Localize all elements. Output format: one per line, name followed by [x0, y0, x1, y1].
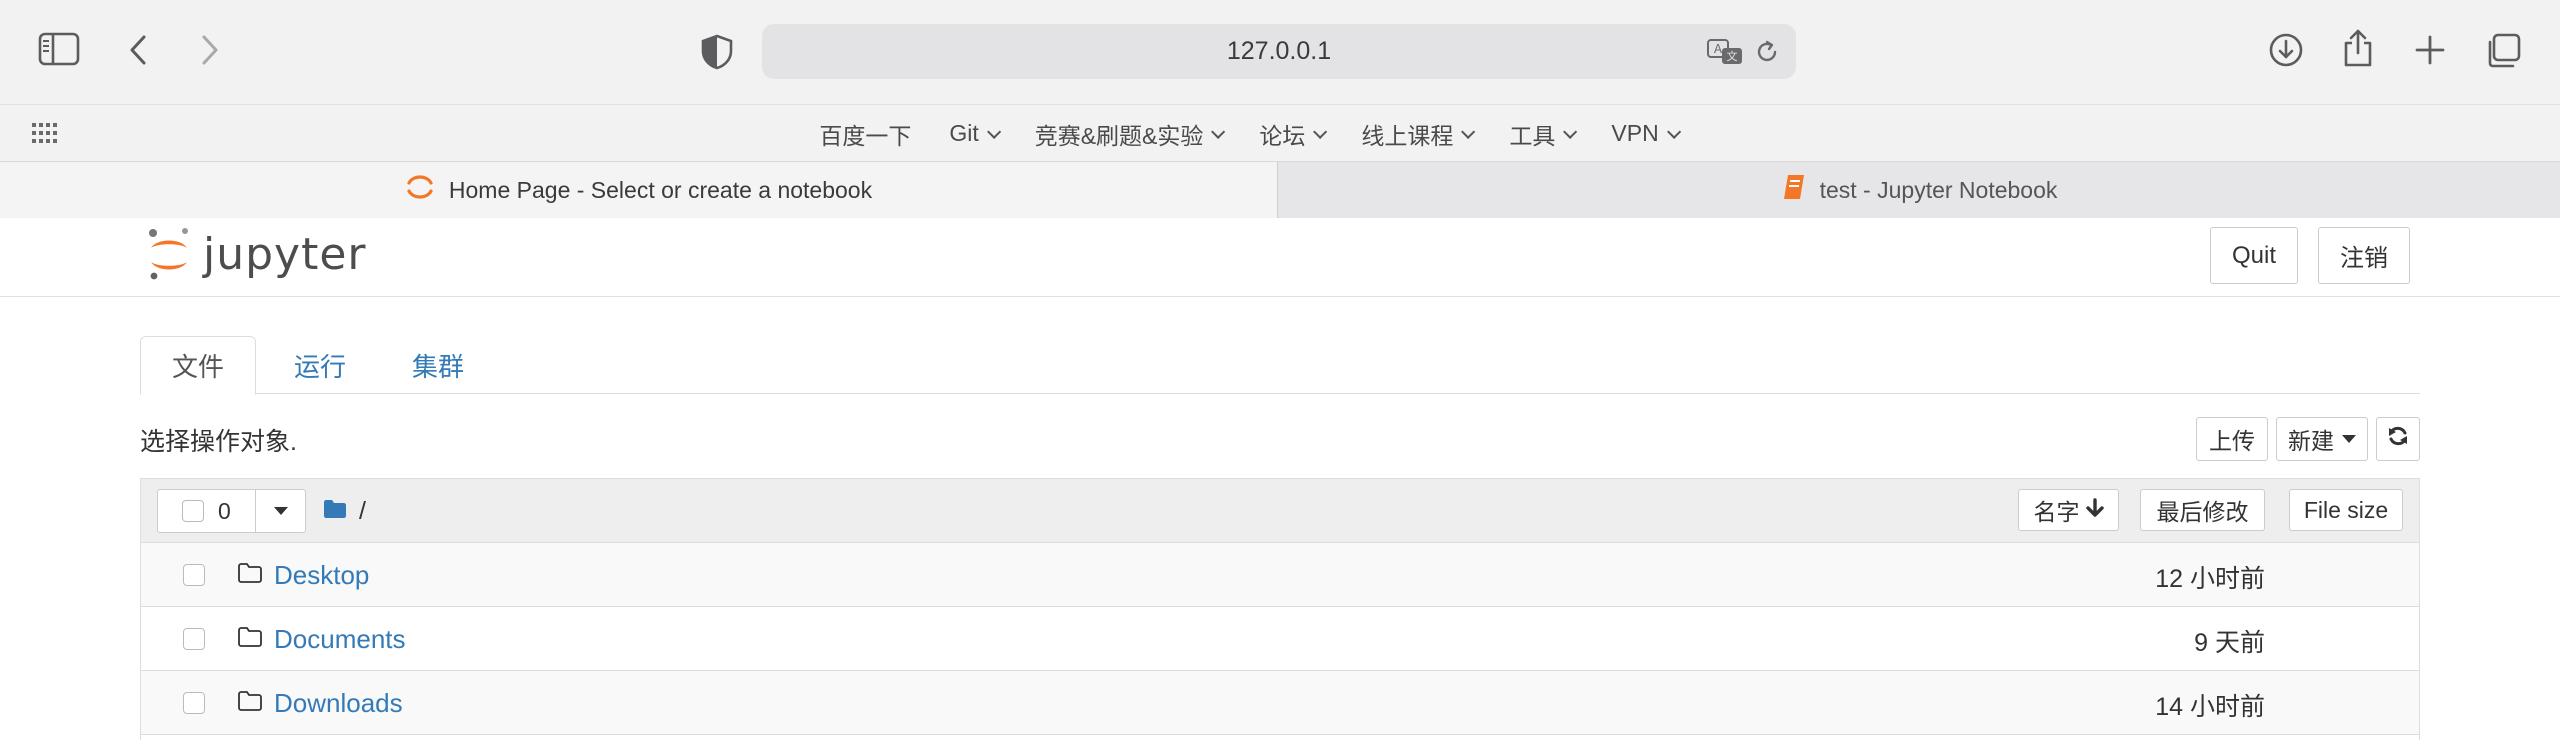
select-all[interactable]: 0 [158, 490, 256, 532]
quit-button[interactable]: Quit [2210, 227, 2298, 284]
refresh-button[interactable] [2376, 417, 2420, 461]
chevron-down-icon [1563, 124, 1578, 139]
refresh-icon [2387, 425, 2409, 453]
caret-down-icon [2342, 435, 2356, 443]
jupyter-logo-icon [149, 228, 188, 280]
folder-icon [237, 626, 263, 653]
file-modified: 9 天前 [2194, 629, 2265, 657]
chevron-down-icon [1211, 124, 1226, 139]
sidebar-toggle-icon[interactable] [38, 32, 80, 66]
breadcrumb: / [323, 497, 366, 526]
file-list: 0 / 名字 最后修改 File size Desktop 12 小时前 Docum… [140, 478, 2420, 740]
svg-text:A: A [1714, 42, 1723, 56]
arrow-down-icon [2085, 497, 2104, 524]
favorite-item[interactable]: 论坛 [1259, 117, 1328, 151]
back-icon[interactable] [128, 34, 148, 66]
selected-count: 0 [218, 497, 231, 524]
new-tab-icon[interactable] [2414, 34, 2446, 66]
favorite-item[interactable]: 线上课程 [1361, 117, 1476, 151]
jupyter-favicon-icon [405, 172, 435, 208]
sort-name-label: 名字 [2033, 499, 2080, 525]
forward-icon[interactable] [200, 34, 220, 66]
favorite-item[interactable]: 百度一下 [819, 117, 911, 151]
favorites-bar: 百度一下 Git 竞赛&刷题&实验 论坛 线上课程 工具 VPN [0, 104, 2560, 161]
jupyter-logo-text: jupyter [203, 228, 367, 280]
select-prompt: 选择操作对象. [140, 428, 297, 456]
reload-icon[interactable] [1754, 39, 1780, 70]
file-row[interactable]: Documents 9 天前 [141, 607, 2419, 671]
tab-test-notebook[interactable]: test - Jupyter Notebook [1279, 162, 2560, 218]
share-icon[interactable] [2342, 28, 2374, 68]
tab-home-page[interactable]: Home Page - Select or create a notebook [0, 162, 1278, 218]
chevron-down-icon [1666, 124, 1681, 139]
file-row[interactable]: Desktop 12 小时前 [141, 543, 2419, 607]
sort-by-modified-button[interactable]: 最后修改 [2140, 489, 2265, 531]
sort-by-size-button[interactable]: File size [2289, 489, 2403, 531]
tab-running[interactable]: 运行 [270, 336, 370, 395]
row-checkbox[interactable] [183, 564, 205, 586]
jupyter-tabs: 文件 运行 集群 [140, 336, 2420, 395]
notebook-favicon-icon [1782, 173, 1806, 207]
folder-icon [237, 562, 263, 589]
tab-bar: Home Page - Select or create a notebook … [0, 161, 2560, 218]
favorite-label: VPN [1611, 120, 1659, 146]
chevron-down-icon [986, 124, 1001, 139]
folder-icon[interactable] [323, 497, 347, 526]
sort-by-name-button[interactable]: 名字 [2018, 489, 2119, 531]
favorite-item[interactable]: 竞赛&刷题&实验 [1034, 117, 1226, 151]
favorite-item[interactable]: VPN [1611, 120, 1681, 147]
select-all-checkbox[interactable] [182, 500, 204, 522]
favorite-label: 百度一下 [819, 122, 912, 149]
file-name-link[interactable]: Desktop [274, 560, 369, 591]
downloads-icon[interactable] [2268, 32, 2304, 68]
row-checkbox[interactable] [183, 628, 205, 650]
favorite-label: 竞赛&刷题&实验 [1034, 122, 1204, 149]
url-text[interactable]: 127.0.0.1 [762, 24, 1796, 79]
file-name-link[interactable]: Documents [274, 624, 406, 655]
logout-button[interactable]: 注销 [2318, 227, 2410, 284]
favorite-item[interactable]: 工具 [1509, 117, 1578, 151]
jupyter-header: jupyter Quit 注销 [0, 218, 2560, 297]
privacy-shield-icon[interactable] [700, 34, 734, 70]
favorites-list: 百度一下 Git 竞赛&刷题&实验 论坛 线上课程 工具 VPN [0, 105, 2528, 162]
favorite-label: 线上课程 [1361, 122, 1454, 149]
tab-clusters[interactable]: 集群 [388, 336, 488, 395]
chevron-down-icon [1461, 124, 1476, 139]
favorite-item[interactable]: Git [949, 120, 1001, 147]
caret-down-icon [274, 507, 288, 515]
folder-icon [237, 690, 263, 717]
tab-title: Home Page - Select or create a notebook [448, 176, 873, 203]
selection-dropdown[interactable] [257, 490, 305, 532]
row-checkbox[interactable] [183, 692, 205, 714]
translate-icon[interactable]: A文 [1706, 38, 1744, 71]
chevron-down-icon [1313, 124, 1328, 139]
breadcrumb-root[interactable]: / [359, 497, 366, 526]
file-name-link[interactable]: Downloads [274, 688, 403, 719]
svg-text:文: 文 [1727, 49, 1738, 63]
address-bar[interactable]: 127.0.0.1 A文 [762, 24, 1796, 79]
file-row[interactable]: Downloads 14 小时前 [141, 671, 2419, 735]
tab-overview-icon[interactable] [2484, 32, 2522, 70]
tab-files[interactable]: 文件 [140, 336, 256, 395]
selection-control: 0 [157, 489, 306, 533]
file-list-header: 0 / 名字 最后修改 File size [141, 479, 2419, 543]
browser-toolbar: 127.0.0.1 A文 [0, 0, 2560, 104]
file-modified: 12 小时前 [2155, 565, 2265, 593]
favorite-label: Git [949, 120, 979, 146]
favorite-label: 论坛 [1259, 122, 1306, 149]
new-button-label: 新建 [2288, 428, 2334, 454]
upload-button[interactable]: 上传 [2196, 417, 2268, 461]
tab-title: test - Jupyter Notebook [1819, 176, 2058, 203]
jupyter-logo[interactable]: jupyter [145, 226, 367, 282]
new-button[interactable]: 新建 [2276, 417, 2368, 461]
file-modified: 14 小时前 [2155, 693, 2265, 721]
favorite-label: 工具 [1509, 122, 1556, 149]
